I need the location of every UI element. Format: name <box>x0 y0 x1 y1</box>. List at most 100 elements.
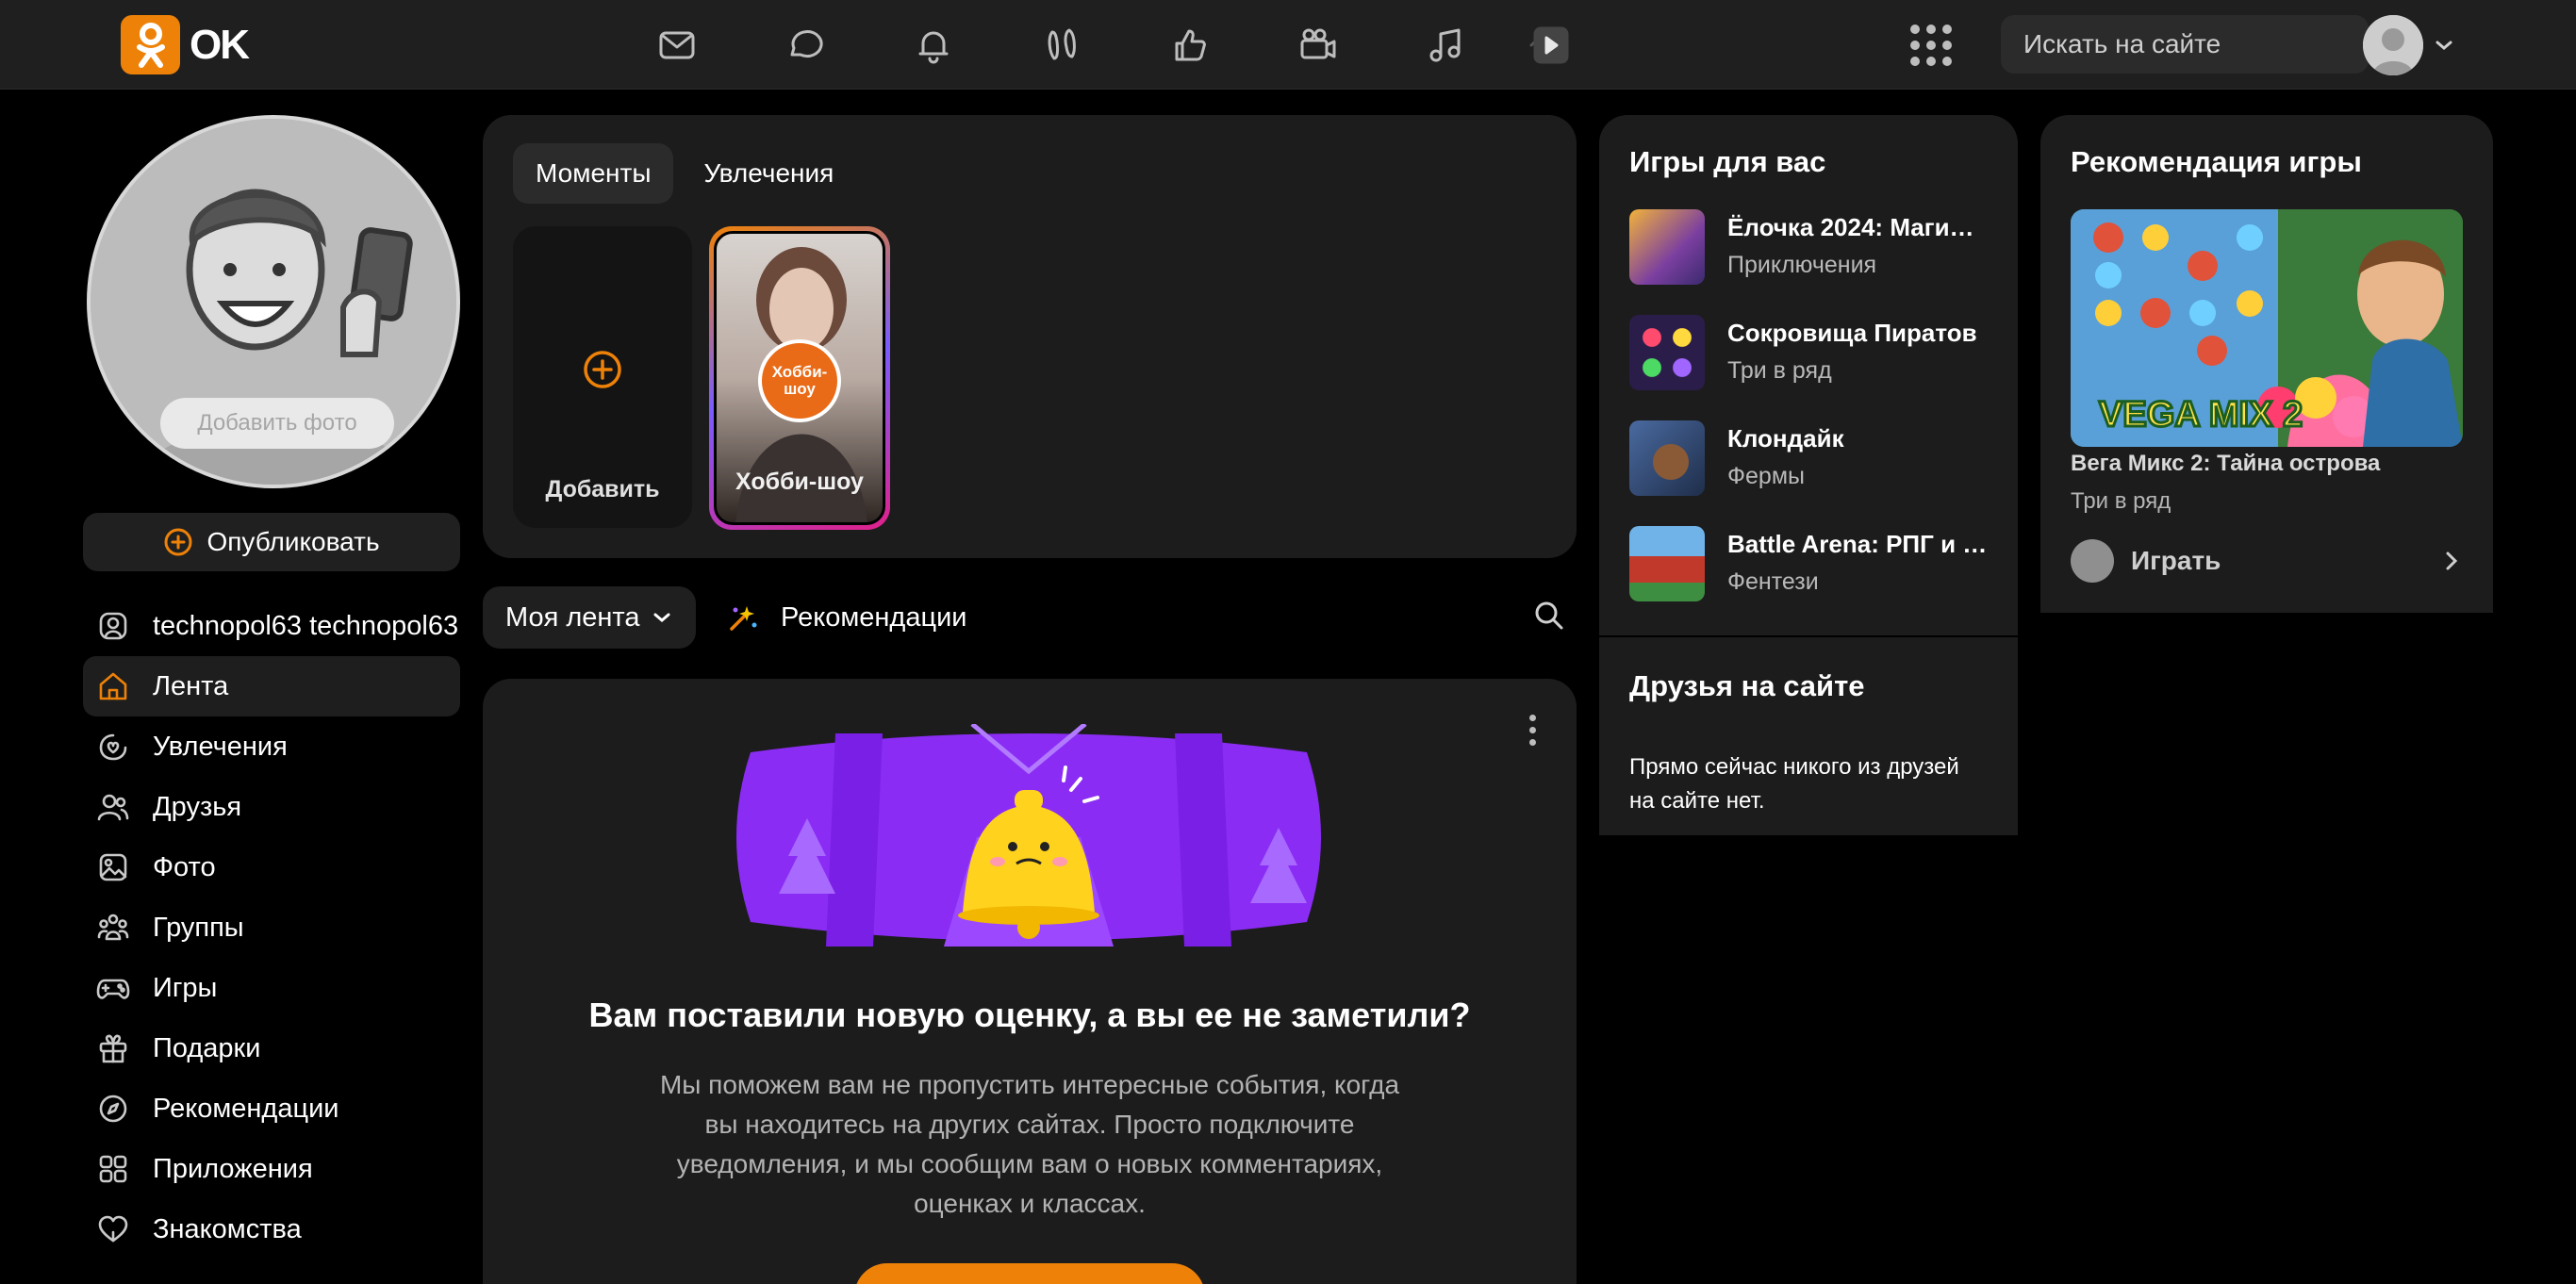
games-for-you-card: Игры для вас Ёлочка 2024: Маги… Приключе… <box>1599 115 2018 635</box>
notification-promo-card: Вам поставили новую оценку, а вы ее не з… <box>483 679 1577 1284</box>
game-thumbnail <box>1629 315 1705 390</box>
game-genre: Три в ряд <box>1727 357 1832 384</box>
profile-photo[interactable]: Добавить фото <box>87 115 460 488</box>
discussions-icon[interactable] <box>741 19 869 72</box>
top-bar: OK <box>0 0 2576 90</box>
game-item[interactable]: Battle Arena: РПГ и … Фентези <box>1629 526 2006 632</box>
game-thumbnail <box>1629 420 1705 496</box>
sidebar-item-photo[interactable]: Фото <box>83 837 460 897</box>
sidebar-item-apps[interactable]: Приложения <box>83 1139 460 1199</box>
game-name: Сокровища Пиратов <box>1727 319 1977 347</box>
sidebar-item-friends[interactable]: Друзья <box>83 777 460 837</box>
top-nav <box>613 19 1586 72</box>
moment-story-hobby-show[interactable]: Хобби-шоу Хобби-шоу <box>709 226 890 530</box>
tab-moments[interactable]: Моменты <box>513 143 674 204</box>
apps-menu-icon[interactable] <box>1910 25 1952 66</box>
sidebar-item-label: Лента <box>153 670 229 701</box>
game-genre: Фентези <box>1727 568 1819 595</box>
play-game-button[interactable]: Играть <box>2071 537 2463 584</box>
sidebar-item-profile[interactable]: technopol63 technopol63 <box>83 596 460 656</box>
more-options-icon[interactable] <box>1529 715 1539 751</box>
sidebar-item-label: Игры <box>153 972 218 1003</box>
game-item[interactable]: Клондайк Фермы <box>1629 420 2006 526</box>
sidebar-item-groups[interactable]: Группы <box>83 897 460 958</box>
play-icon[interactable] <box>1511 19 1586 72</box>
game-name: Клондайк <box>1727 424 1844 453</box>
video-icon[interactable] <box>1254 19 1382 72</box>
messages-icon[interactable] <box>613 19 741 72</box>
chevron-down-icon[interactable] <box>2433 34 2455 57</box>
ok-logo-text: OK <box>190 21 250 68</box>
game-thumbnail <box>1629 209 1705 285</box>
feed-recommendations[interactable]: Рекомендации <box>726 586 966 649</box>
sidebar-item-label: Друзья <box>153 791 242 822</box>
friends-title: Друзья на сайте <box>1629 669 1865 702</box>
sidebar-item-label: Фото <box>153 851 216 882</box>
gamepad-icon <box>96 979 130 999</box>
games-list: Ёлочка 2024: Маги… Приключения Сокровища… <box>1629 209 2006 632</box>
ok-logo-icon <box>121 15 180 74</box>
feed-selector-label: Моя лента <box>505 601 640 633</box>
sidebar-item-label: Подарки <box>153 1032 261 1063</box>
notification-text: Мы поможем вам не пропустить интересные … <box>659 1070 1400 1218</box>
feed-search-icon[interactable] <box>1533 600 1565 632</box>
games-title: Игры для вас <box>1629 145 1826 178</box>
sidebar-item-feed[interactable]: Лента <box>83 656 460 716</box>
likes-icon[interactable] <box>1126 19 1254 72</box>
publish-label: Опубликовать <box>206 527 380 556</box>
feed-selector[interactable]: Моя лента <box>483 586 696 649</box>
friends-icon <box>97 794 129 821</box>
enable-notifications-button[interactable] <box>854 1263 1205 1284</box>
plus-circle-icon <box>164 528 192 556</box>
sidebar-item-label: Рекомендации <box>153 1093 339 1124</box>
guests-icon[interactable] <box>998 19 1126 72</box>
hobby-icon <box>99 733 127 761</box>
recommended-game-title: Рекомендация игры <box>2071 145 2362 178</box>
story-preview-image: Хобби-шоу Хобби-шоу <box>714 231 885 525</box>
add-moment-button[interactable]: Добавить <box>513 226 692 528</box>
game-name: Ёлочка 2024: Маги… <box>1727 213 1974 241</box>
dating-icon <box>98 1215 128 1243</box>
apps-icon <box>99 1155 127 1183</box>
photo-icon <box>99 853 127 881</box>
recommended-game-genre: Три в ряд <box>2071 488 2171 514</box>
game-name: Battle Arena: РПГ и … <box>1727 530 1988 558</box>
sidebar-item-gifts[interactable]: Подарки <box>83 1018 460 1078</box>
feed-recommendations-label: Рекомендации <box>781 601 967 633</box>
moments-tabs: Моменты Увлечения <box>513 143 856 204</box>
sidebar-menu: technopol63 technopol63 Лента Увлечения … <box>83 596 460 1259</box>
feed-bar: Моя лента Рекомендации <box>483 586 1577 649</box>
site-search-input[interactable] <box>2023 29 2364 59</box>
sidebar-item-hobbies[interactable]: Увлечения <box>83 716 460 777</box>
sidebar-item-label: Группы <box>153 912 244 943</box>
user-avatar[interactable] <box>2363 15 2423 75</box>
chevron-down-icon <box>653 613 670 622</box>
sidebar-item-label: Знакомства <box>153 1213 302 1244</box>
recommended-game-card: Рекомендация игры VEGA MIX 2 Вега Микс 2… <box>2040 115 2493 613</box>
tab-hobbies[interactable]: Увлечения <box>681 143 856 204</box>
game-thumbnail <box>1629 526 1705 601</box>
game-genre: Приключения <box>1727 252 1877 278</box>
svg-text:VEGA MIX 2: VEGA MIX 2 <box>2099 395 2303 435</box>
compass-icon <box>99 1095 127 1123</box>
ok-logo[interactable]: OK <box>121 15 250 74</box>
notifications-icon[interactable] <box>869 19 998 72</box>
sidebar-item-games[interactable]: Игры <box>83 958 460 1018</box>
sidebar-item-label: technopol63 technopol63 <box>153 610 459 641</box>
friends-online-card: Друзья на сайте Прямо сейчас никого из д… <box>1599 635 2018 835</box>
add-moment-label: Добавить <box>545 476 660 502</box>
music-icon[interactable] <box>1382 19 1511 72</box>
game-item[interactable]: Ёлочка 2024: Маги… Приключения <box>1629 209 2006 315</box>
site-search[interactable] <box>2001 15 2369 74</box>
friends-empty-text: Прямо сейчас никого из друзей на сайте н… <box>1629 754 1959 814</box>
home-icon <box>99 672 127 700</box>
sidebar-item-dating[interactable]: Знакомства <box>83 1199 460 1259</box>
sidebar-item-label: Увлечения <box>153 731 288 762</box>
game-item[interactable]: Сокровища Пиратов Три в ряд <box>1629 315 2006 420</box>
recommended-game-image[interactable]: VEGA MIX 2 <box>2071 209 2463 447</box>
add-photo-button[interactable]: Добавить фото <box>160 398 394 449</box>
sidebar-item-recommendations[interactable]: Рекомендации <box>83 1078 460 1139</box>
publish-button[interactable]: Опубликовать <box>83 513 460 571</box>
groups-icon <box>97 914 129 941</box>
play-label: Играть <box>2131 546 2221 575</box>
